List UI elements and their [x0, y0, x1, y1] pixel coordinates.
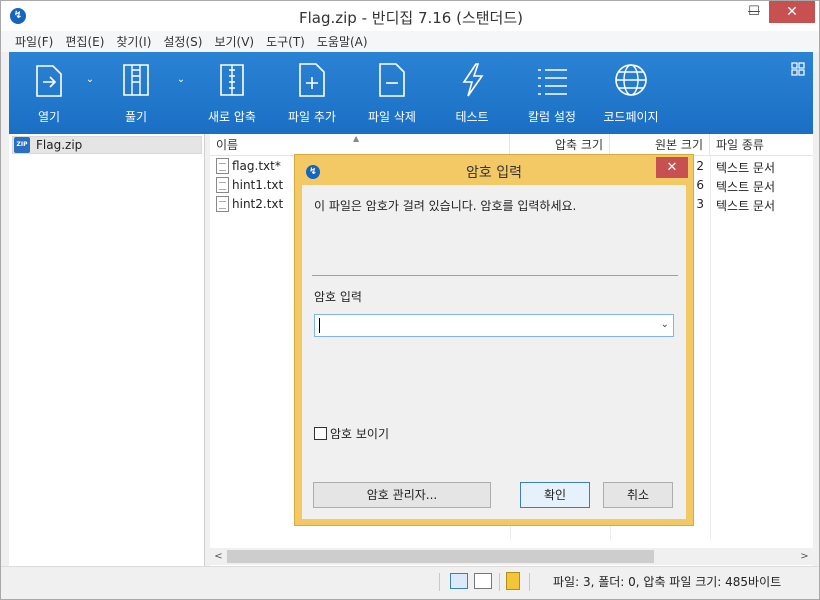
menu-view[interactable]: 보기(V) [208, 33, 260, 50]
status-divider [499, 573, 500, 591]
maximize-button[interactable]: ☐ [739, 1, 769, 23]
app-window: ↯ Flag.zip - 반디집 7.16 (스탠더드) — ☐ ✕ 파일(F)… [0, 0, 820, 600]
file-type: 텍스트 문서 [716, 199, 776, 213]
test-button[interactable]: 테스트 [432, 60, 512, 132]
extract-label: 풀기 [124, 110, 148, 124]
file-name: hint2.txt [232, 197, 284, 211]
new-archive-label: 새로 압축 [208, 110, 256, 124]
extract-dropdown-icon[interactable]: ⌄ [174, 74, 188, 88]
file-type: 텍스트 문서 [716, 161, 776, 175]
tree-item-label: Flag.zip [36, 138, 83, 152]
delete-file-icon [379, 63, 405, 97]
password-input[interactable] [322, 316, 652, 335]
text-file-icon [216, 196, 229, 212]
list-header: 이름 ▲ 압축 크기 원본 크기 파일 종류 [210, 134, 813, 156]
new-archive-icon [220, 64, 244, 96]
password-label: 암호 입력 [314, 290, 362, 304]
extract-button[interactable]: 풀기 [96, 60, 176, 132]
details-view-icon[interactable] [450, 573, 468, 589]
status-divider [439, 573, 440, 591]
scroll-left-arrow-icon[interactable]: < [210, 548, 227, 565]
thumbnail-view-icon[interactable] [474, 573, 492, 589]
column-header-compressed-size[interactable]: 압축 크기 [510, 134, 610, 156]
open-button[interactable]: 열기 [9, 60, 89, 132]
menu-file[interactable]: 파일(F) [9, 33, 59, 50]
text-file-icon [216, 158, 229, 174]
title-bar[interactable]: ↯ Flag.zip - 반디집 7.16 (스탠더드) — ☐ ✕ [1, 1, 819, 31]
add-file-button[interactable]: 파일 추가 [272, 60, 352, 132]
menu-tools[interactable]: 도구(T) [260, 33, 311, 50]
dialog-body: 이 파일은 암호가 걸려 있습니다. 암호를 입력하세요. 암호 입력 ⌄ 암호… [302, 185, 686, 519]
delete-file-label: 파일 삭제 [368, 110, 416, 124]
ok-button[interactable]: 확인 [520, 482, 590, 508]
open-archive-icon [36, 65, 62, 97]
add-file-label: 파일 추가 [288, 110, 336, 124]
column-list-icon [538, 69, 567, 95]
column-header-original-size[interactable]: 원본 크기 [610, 134, 710, 156]
password-combobox[interactable]: ⌄ [314, 314, 674, 337]
toolbar: 열기 ⌄ 풀기 ⌄ 새로 압축 파일 추가 파일 삭제 테스트 칼럼 설정 코드… [9, 52, 813, 134]
window-title: Flag.zip - 반디집 7.16 (스탠더드) [298, 9, 524, 27]
menu-settings[interactable]: 설정(S) [157, 33, 208, 50]
archive-zip-icon[interactable] [506, 572, 520, 590]
show-password-label: 암호 보이기 [330, 427, 390, 441]
archive-tree-panel: ZIP Flag.zip [9, 134, 205, 566]
column-settings-label: 칼럼 설정 [528, 110, 576, 124]
status-divider [529, 573, 530, 591]
text-file-icon [216, 177, 229, 193]
extract-zipper-icon [123, 64, 149, 96]
scrollbar-thumb[interactable] [227, 550, 654, 563]
text-cursor [319, 318, 320, 333]
horizontal-scrollbar[interactable]: < > [210, 548, 813, 565]
cancel-button[interactable]: 취소 [603, 482, 673, 508]
lightning-bolt-icon [462, 63, 484, 97]
password-manager-button[interactable]: 암호 관리자... [313, 482, 491, 508]
menu-help[interactable]: 도움말(A) [311, 33, 374, 50]
file-type: 텍스트 문서 [716, 180, 776, 194]
scroll-right-arrow-icon[interactable]: > [796, 548, 813, 565]
add-file-icon [299, 63, 325, 97]
column-settings-button[interactable]: 칼럼 설정 [512, 60, 592, 132]
password-dialog: ↯ 암호 입력 ✕ 이 파일은 암호가 걸려 있습니다. 암호를 입력하세요. … [294, 154, 694, 526]
status-bar: 파일: 3, 폴더: 0, 압축 파일 크기: 485바이트 [1, 566, 819, 599]
show-password-checkbox[interactable] [314, 427, 327, 440]
sort-ascending-icon: ▲ [353, 134, 360, 143]
file-name: hint1.txt [232, 178, 284, 192]
codepage-button[interactable]: 코드페이지 [591, 60, 671, 132]
chevron-down-icon[interactable]: ⌄ [661, 319, 669, 330]
open-dropdown-icon[interactable]: ⌄ [83, 74, 97, 88]
tree-item-flag-zip[interactable]: ZIP Flag.zip [12, 136, 202, 154]
divider [312, 275, 678, 276]
open-label: 열기 [37, 110, 61, 124]
globe-icon [615, 64, 647, 96]
column-header-file-type[interactable]: 파일 종류 [710, 134, 813, 156]
zip-file-icon: ZIP [14, 137, 30, 153]
dialog-close-button[interactable]: ✕ [656, 157, 688, 178]
ribbon-layout-grid-icon[interactable] [791, 62, 805, 76]
codepage-label: 코드페이지 [603, 110, 659, 124]
menu-find[interactable]: 찾기(I) [110, 33, 157, 50]
column-header-name[interactable]: 이름 [210, 134, 510, 156]
test-label: 테스트 [455, 110, 489, 124]
delete-file-button[interactable]: 파일 삭제 [352, 60, 432, 132]
show-password-toggle[interactable]: 암호 보이기 [314, 425, 389, 442]
menu-edit[interactable]: 편집(E) [59, 33, 110, 50]
file-name: flag.txt* [232, 159, 281, 173]
menu-bar: 파일(F) 편집(E) 찾기(I) 설정(S) 보기(V) 도구(T) 도움말(… [1, 31, 819, 52]
dialog-message: 이 파일은 암호가 걸려 있습니다. 암호를 입력하세요. [314, 199, 577, 213]
dialog-title: 암호 입력 [466, 165, 522, 181]
new-archive-button[interactable]: 새로 압축 [192, 60, 272, 132]
close-button[interactable]: ✕ [769, 1, 815, 23]
status-summary: 파일: 3, 폴더: 0, 압축 파일 크기: 485바이트 [553, 575, 782, 589]
